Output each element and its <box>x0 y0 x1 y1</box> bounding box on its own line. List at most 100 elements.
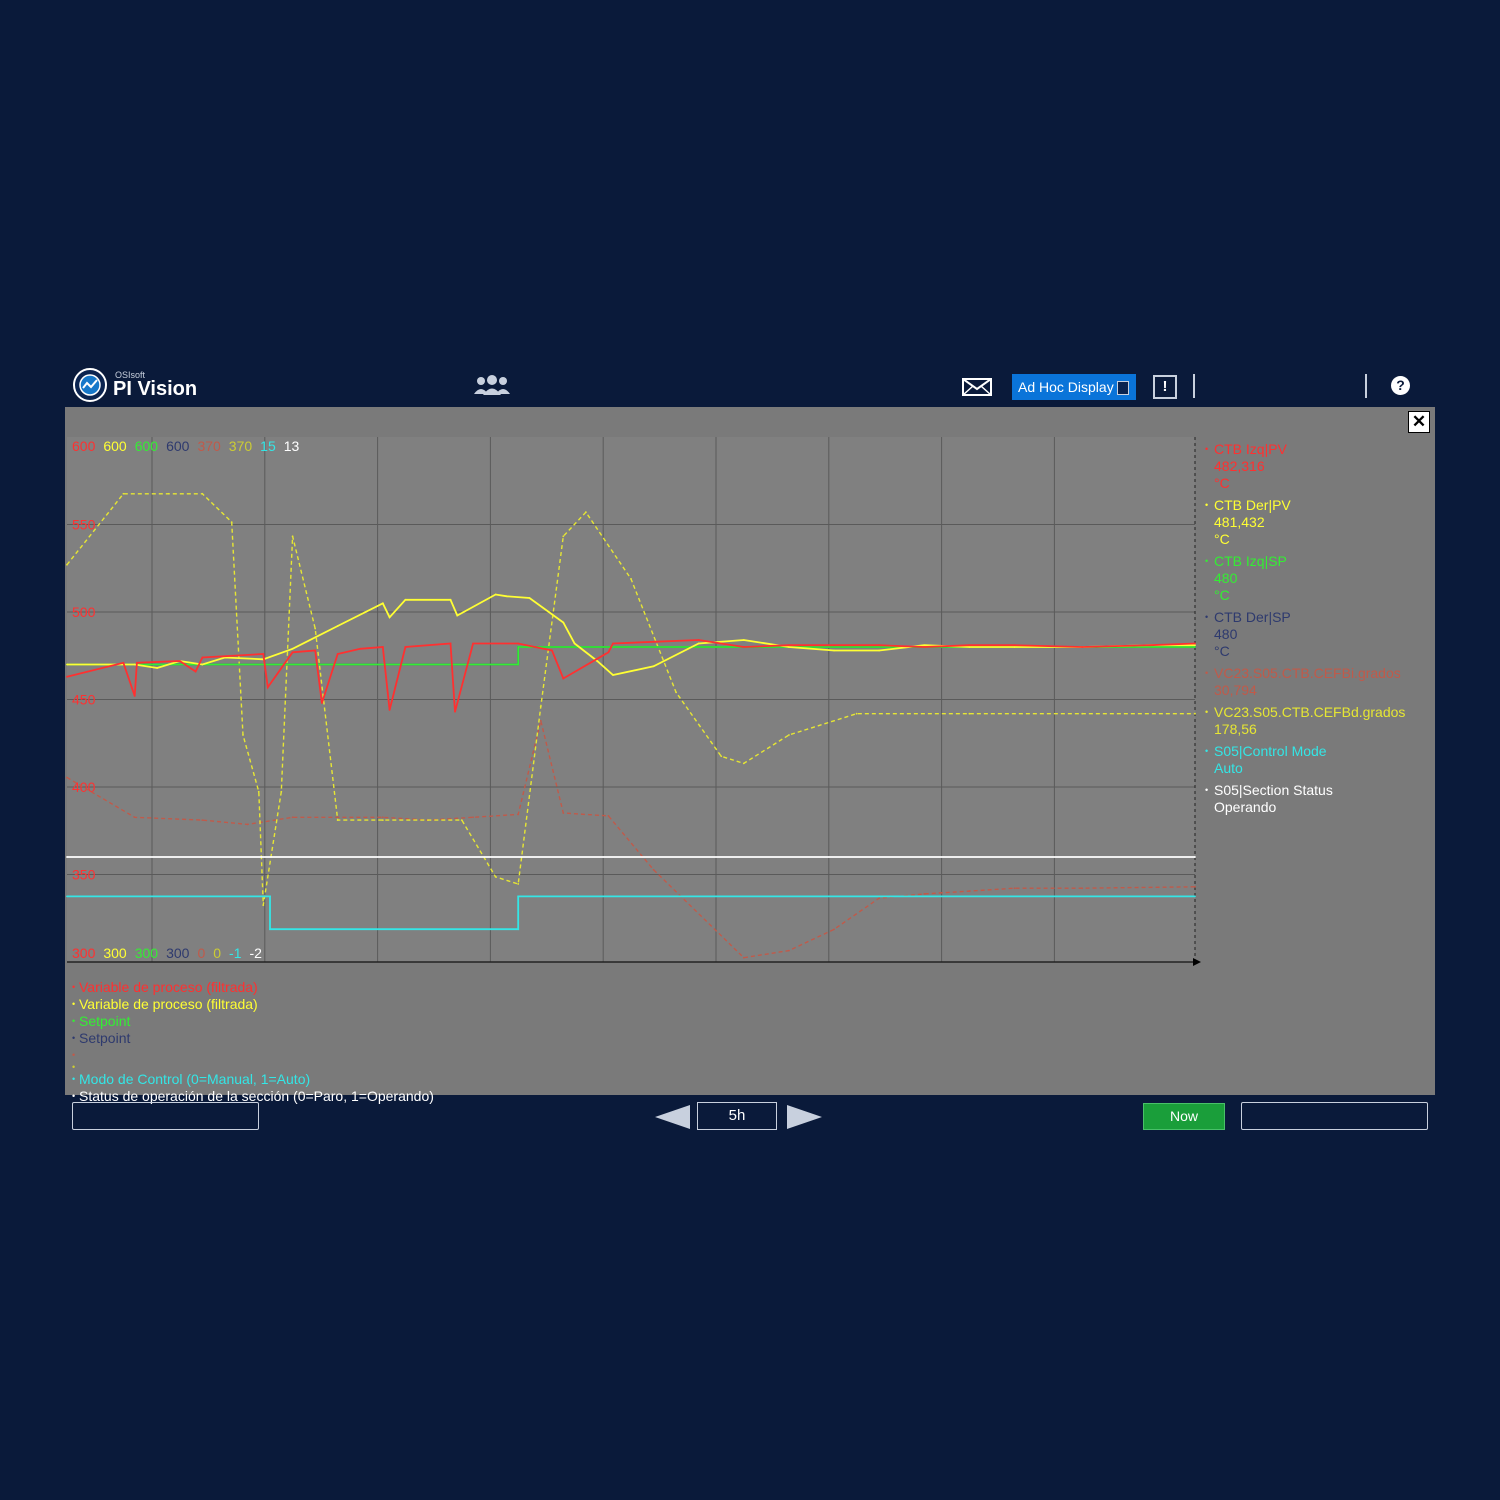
series-point <box>404 646 407 648</box>
series-point <box>1081 712 1084 715</box>
series-point <box>336 816 339 819</box>
trace-descriptions: Variable de proceso (filtrada)Variable d… <box>72 979 434 1105</box>
series-point <box>1013 646 1016 648</box>
series-point <box>517 883 520 885</box>
pin-icon <box>1117 381 1129 395</box>
mail-icon[interactable] <box>962 378 992 396</box>
series-point <box>381 819 384 822</box>
forward-arrow-icon[interactable] <box>787 1105 822 1129</box>
series-point <box>314 649 317 652</box>
series-point <box>788 644 790 647</box>
legend-item-name: CTB Izq|PV <box>1214 441 1287 457</box>
legend-item[interactable]: S05|Section StatusOperando <box>1205 782 1430 816</box>
pi-vision-logo-icon[interactable] <box>73 368 107 402</box>
series-point <box>1194 885 1196 888</box>
series-point <box>156 667 159 669</box>
series-point <box>291 647 294 650</box>
series-point <box>230 521 233 524</box>
series-point <box>280 790 283 793</box>
start-time-input[interactable] <box>72 1102 259 1130</box>
help-icon[interactable]: ? <box>1391 376 1410 395</box>
series-point <box>517 813 520 816</box>
legend-item-name: S05|Control Mode <box>1214 743 1327 759</box>
alert-icon[interactable]: ! <box>1153 375 1177 399</box>
series-point <box>612 642 614 645</box>
app-header: OSIsoft PI Vision Ad Hoc Display ! ? <box>65 362 1435 407</box>
series-point <box>573 642 576 645</box>
scale-value: 600 <box>72 438 96 454</box>
scale-value: 300 <box>72 945 96 961</box>
series-point <box>242 734 244 736</box>
ad-hoc-display-button[interactable]: Ad Hoc Display <box>1012 374 1136 400</box>
legend-item[interactable]: VC23.S05.CTB.CEFBd.grados178,56 <box>1205 704 1430 738</box>
series-point <box>66 776 68 779</box>
trace-description: Variable de proceso (filtrada) <box>72 996 434 1013</box>
scale-value: 300 <box>103 945 127 961</box>
series-point <box>539 705 542 708</box>
legend-item-value: 481,432 <box>1214 514 1265 530</box>
close-icon[interactable]: ✕ <box>1408 411 1430 433</box>
legend-item-name: VC23.S05.CTB.CEFBd.grados <box>1214 704 1406 720</box>
scale-max-row: 600 600 600 600 370 370 15 13 <box>72 438 307 456</box>
series-point <box>1148 644 1151 647</box>
legend-item[interactable]: CTB Izq|SP480°C <box>1205 553 1430 604</box>
series-point <box>133 695 136 697</box>
legend-item-value: 480 <box>1214 626 1238 642</box>
series-point <box>562 621 565 624</box>
series-point <box>472 816 474 819</box>
series-point <box>66 856 68 858</box>
y-tick-label: 350 <box>72 867 96 883</box>
series-point <box>336 819 339 822</box>
series-point <box>517 928 520 931</box>
series-point <box>456 614 459 617</box>
legend-item-value: Auto <box>1214 760 1243 776</box>
series-point <box>742 639 745 641</box>
series-point <box>66 675 68 678</box>
legend-item[interactable]: CTB Der|SP480°C <box>1205 609 1430 660</box>
trace-description: Setpoint <box>72 1013 434 1030</box>
series-point <box>562 677 565 680</box>
series-point <box>878 649 881 652</box>
legend-item[interactable]: CTB Izq|PV482,316°C <box>1205 441 1430 492</box>
series-point <box>201 492 204 495</box>
series-point <box>336 625 339 627</box>
series-point <box>1081 646 1084 648</box>
series-point <box>427 819 429 822</box>
scale-value: -1 <box>229 945 242 961</box>
scale-value: 0 <box>197 945 206 961</box>
series-point <box>742 646 745 648</box>
series-point <box>314 627 317 630</box>
series-point <box>923 646 926 648</box>
users-icon[interactable] <box>472 374 512 396</box>
series-point <box>1194 646 1196 648</box>
series-point <box>517 646 520 648</box>
trace-description: Variable de proceso (filtrada) <box>72 979 434 996</box>
series-point <box>291 816 294 819</box>
legend-item[interactable]: S05|Control ModeAuto <box>1205 743 1430 777</box>
scale-value: 600 <box>103 438 127 454</box>
series-point <box>584 511 587 514</box>
ad-hoc-display-label: Ad Hoc Display <box>1018 379 1114 395</box>
now-button[interactable]: Now <box>1143 1103 1225 1130</box>
legend-item-unit: °C <box>1214 531 1230 547</box>
series-point <box>136 661 138 664</box>
back-arrow-icon[interactable] <box>655 1105 690 1129</box>
trace-description: Setpoint <box>72 1030 434 1047</box>
trend-legend: CTB Izq|PV482,316°CCTB Der|PV481,432°CCT… <box>1205 441 1430 821</box>
scale-value: 370 <box>197 438 221 454</box>
end-time-input[interactable] <box>1241 1102 1428 1130</box>
legend-item-value: 480 <box>1214 570 1238 586</box>
legend-item[interactable]: VC23.S05.CTB.CEFBi.grados30,794 <box>1205 665 1430 699</box>
toolbar-divider <box>1365 374 1367 398</box>
series-point <box>1194 895 1196 898</box>
series-point <box>178 660 181 662</box>
legend-item[interactable]: CTB Der|PV481,432°C <box>1205 497 1430 548</box>
series-point <box>968 644 971 647</box>
series-point <box>454 710 456 713</box>
duration-input[interactable]: 5h <box>697 1102 777 1130</box>
scale-value: 300 <box>134 945 159 961</box>
series-point <box>652 665 655 668</box>
series-point <box>266 686 269 689</box>
series-point <box>201 663 204 666</box>
series-point <box>359 647 362 650</box>
